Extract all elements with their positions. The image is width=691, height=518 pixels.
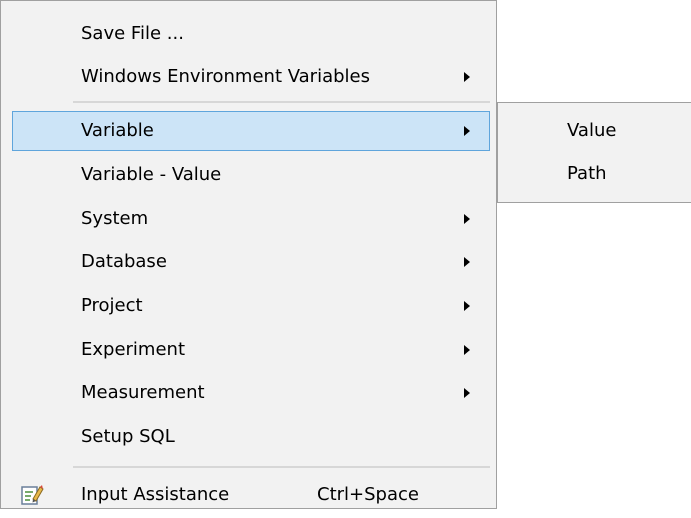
menu-item-variable-value[interactable]: Variable - Value (12, 155, 490, 195)
submenu-arrow-icon (464, 301, 470, 311)
menu-item-label: Input Assistance (81, 484, 230, 505)
menu-separator (73, 466, 490, 468)
menu-item-label: System (81, 208, 149, 229)
submenu-item-value[interactable]: Value (506, 111, 691, 151)
menu-item-setup-sql[interactable]: Setup SQL (12, 417, 490, 457)
menu-item-label: Project (81, 295, 143, 316)
menu-separator (73, 101, 490, 103)
edit-note-icon (20, 483, 44, 507)
context-menu: Save File ... Windows Environment Variab… (0, 0, 497, 509)
menu-item-shortcut: Ctrl+Space (317, 484, 419, 505)
menu-item-label: Windows Environment Variables (81, 66, 370, 87)
submenu-arrow-icon (464, 257, 470, 267)
submenu-arrow-icon (464, 72, 470, 82)
submenu-item-path[interactable]: Path (506, 154, 691, 194)
menu-item-variable[interactable]: Variable (12, 111, 490, 151)
menu-item-windows-environment-variables[interactable]: Windows Environment Variables (12, 57, 490, 97)
screen: Save File ... Windows Environment Variab… (0, 0, 691, 518)
submenu-arrow-icon (464, 345, 470, 355)
menu-item-label: Save File ... (81, 23, 184, 44)
submenu-item-label: Value (567, 120, 617, 141)
menu-item-experiment[interactable]: Experiment (12, 330, 490, 370)
menu-item-project[interactable]: Project (12, 286, 490, 326)
menu-item-label: Variable (81, 120, 154, 141)
menu-item-input-assistance[interactable]: Input Assistance Ctrl+Space (12, 475, 490, 515)
menu-item-label: Measurement (81, 382, 205, 403)
menu-item-measurement[interactable]: Measurement (12, 373, 490, 413)
menu-item-label: Database (81, 251, 167, 272)
submenu-arrow-icon (464, 214, 470, 224)
menu-item-label: Setup SQL (81, 426, 175, 447)
variable-submenu: Value Path (497, 102, 691, 203)
submenu-item-label: Path (567, 163, 607, 184)
menu-item-save-file[interactable]: Save File ... (12, 14, 490, 54)
menu-item-system[interactable]: System (12, 199, 490, 239)
menu-item-database[interactable]: Database (12, 242, 490, 282)
submenu-arrow-icon (464, 388, 470, 398)
menu-item-label: Experiment (81, 339, 186, 360)
submenu-arrow-icon (464, 126, 470, 136)
menu-item-label: Variable - Value (81, 164, 222, 185)
